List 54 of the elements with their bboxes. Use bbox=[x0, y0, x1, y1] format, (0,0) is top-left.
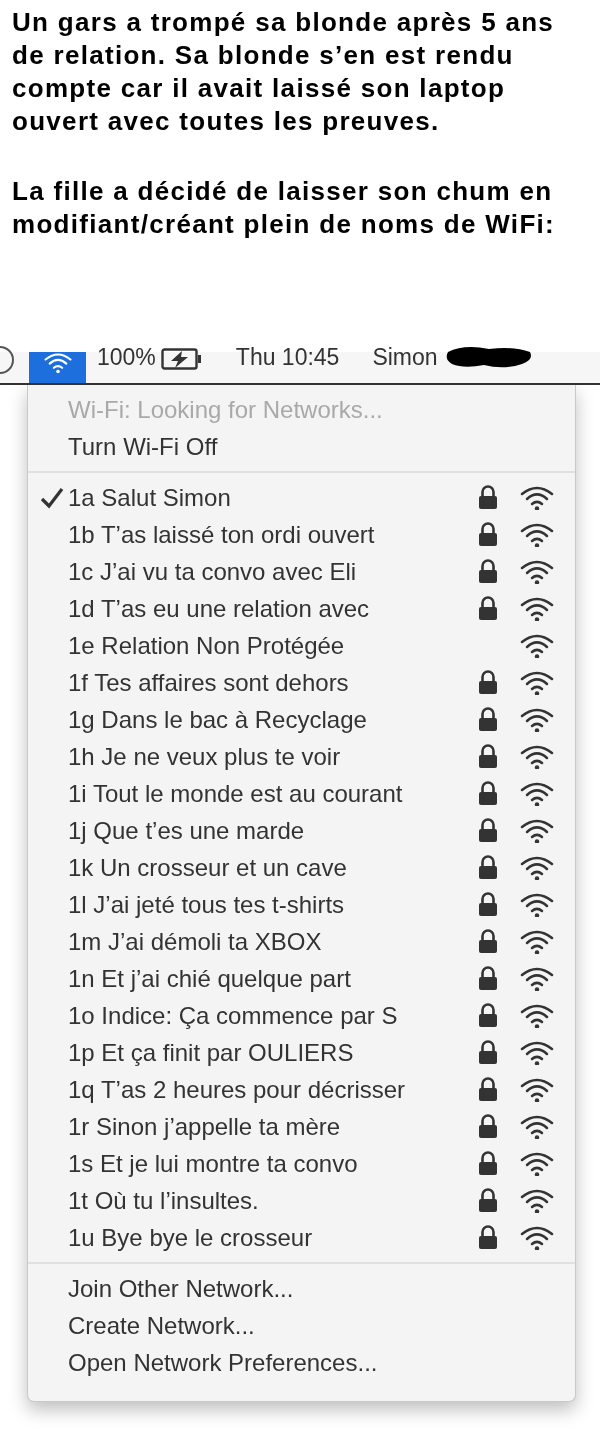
network-name[interactable]: 1t Où tu l’insultes. bbox=[68, 1186, 259, 1214]
network-name[interactable]: 1f Tes affaires sont dehors bbox=[68, 668, 349, 696]
wifi-signal-icon bbox=[519, 1150, 555, 1177]
wifi-signal-icon bbox=[519, 1002, 555, 1029]
wifi-signal-icon bbox=[519, 521, 555, 548]
wifi-status-button[interactable] bbox=[29, 352, 86, 383]
wifi-signal-icon bbox=[519, 1224, 555, 1251]
wifi-signal-icon bbox=[519, 669, 555, 696]
network-name[interactable]: 1r Sinon j’appelle ta mère bbox=[68, 1112, 341, 1140]
wifi-signal-icon bbox=[519, 891, 555, 918]
network-name[interactable]: 1l J’ai jeté tous tes t-shirts bbox=[68, 890, 345, 918]
network-name[interactable]: 1u Bye bye le crosseur bbox=[68, 1223, 313, 1251]
network-name[interactable]: 1n Et j’ai chié quelque part bbox=[68, 964, 351, 992]
network-name[interactable]: 1h Je ne veux plus te voir bbox=[68, 742, 341, 770]
menu-item: Wi-Fi: Looking for Networks... bbox=[68, 395, 383, 424]
menu-item[interactable]: Turn Wi-Fi Off bbox=[68, 432, 218, 461]
wifi-signal-icon bbox=[519, 632, 555, 659]
network-name[interactable]: 1e Relation Non Protégée bbox=[68, 631, 345, 659]
wifi-signal-icon bbox=[519, 743, 555, 770]
battery-percent: 100% bbox=[97, 346, 156, 369]
network-name[interactable]: 1s Et je lui montre ta convo bbox=[68, 1149, 358, 1177]
network-name[interactable]: 1m J’ai démoli ta XBOX bbox=[68, 927, 322, 955]
wifi-icon bbox=[42, 352, 73, 374]
wifi-signal-icon bbox=[519, 558, 555, 585]
network-name[interactable]: 1g Dans le bac à Recyclage bbox=[68, 705, 367, 733]
wifi-signal-icon bbox=[519, 965, 555, 992]
network-name[interactable]: 1i Tout le monde est au courant bbox=[68, 779, 403, 807]
wifi-signal-icon bbox=[519, 1187, 555, 1214]
wifi-signal-icon bbox=[519, 1076, 555, 1103]
clock-time[interactable]: Thu 10:45 bbox=[235, 346, 340, 369]
menu-item[interactable]: Join Other Network... bbox=[68, 1274, 294, 1303]
user-name[interactable]: Simon bbox=[372, 346, 438, 369]
caption-text: Un gars a trompé sa blonde après 5 ans de relation. Sa blonde s’en est rendu compte car il avait laissé son laptop ouvert avec toutes les preuves. bbox=[12, 6, 556, 138]
wifi-signal-icon bbox=[519, 780, 555, 807]
wifi-signal-icon bbox=[519, 1039, 555, 1066]
wifi-signal-icon bbox=[519, 706, 555, 733]
menu-item[interactable]: Open Network Preferences... bbox=[68, 1348, 378, 1377]
menu-item[interactable]: Create Network... bbox=[68, 1311, 255, 1340]
network-name[interactable]: 1b T’as laissé ton ordi ouvert bbox=[68, 520, 375, 548]
network-name[interactable]: 1p Et ça finit par OULIERS bbox=[68, 1038, 354, 1066]
wifi-signal-icon bbox=[519, 484, 555, 511]
wifi-signal-icon bbox=[519, 817, 555, 844]
wifi-signal-icon bbox=[519, 928, 555, 955]
network-name[interactable]: 1d T’as eu une relation avec bbox=[68, 594, 370, 622]
wifi-signal-icon bbox=[519, 595, 555, 622]
network-name[interactable]: 1j Que t’es une marde bbox=[68, 816, 305, 844]
wifi-signal-icon bbox=[519, 1113, 555, 1140]
network-name[interactable]: 1k Un crosseur et un cave bbox=[68, 853, 347, 881]
network-name[interactable]: 1o Indice: Ça commence par S bbox=[68, 1001, 398, 1029]
network-name[interactable]: 1c J’ai vu ta convo avec Eli bbox=[68, 557, 357, 585]
network-name[interactable]: 1q T’as 2 heures pour décrisser bbox=[68, 1075, 406, 1103]
caption-text: La fille a décidé de laisser son chum en modifiant/créant plein de noms de WiFi: bbox=[12, 175, 557, 241]
wifi-signal-icon bbox=[519, 854, 555, 881]
network-name[interactable]: 1a Salut Simon bbox=[68, 483, 231, 511]
